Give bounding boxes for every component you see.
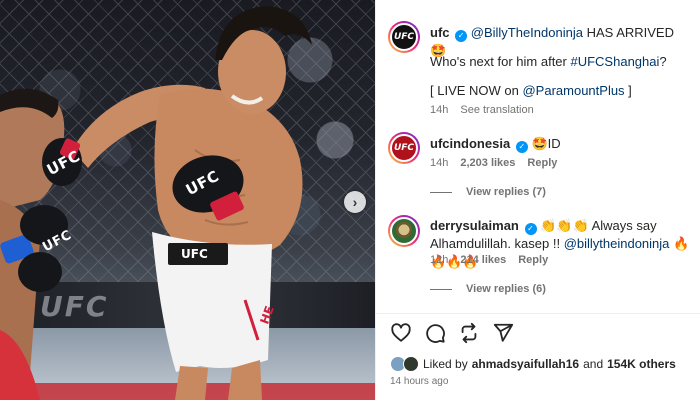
post-author-username[interactable]: ufc — [430, 25, 450, 40]
likes-count-others[interactable]: 154K others — [607, 357, 676, 371]
post-timestamp[interactable]: 14 hours ago — [390, 376, 448, 387]
caption-time: 14h — [430, 104, 449, 116]
instagram-post-view: UFC UFC UFC UFC UFC HE › UFC ufc ✓ @Bill… — [0, 0, 700, 400]
comment-1-text: 🤩ID — [531, 136, 561, 151]
comment-1-view-replies-label: View replies (7) — [466, 186, 546, 198]
comments-panel: UFC ufc ✓ @BillyTheIndoninja HAS ARRIVED… — [375, 0, 700, 400]
liked-by-row: Liked by ahmadsyaifullah16 and 154K othe… — [390, 356, 676, 372]
caption-question-line: Who's next for him after #UFCShanghai? — [430, 53, 692, 71]
next-photo-button[interactable]: › — [344, 191, 366, 213]
repost-icon[interactable] — [458, 322, 480, 344]
comment-2-meta: 12h 214 likes Reply — [430, 254, 548, 266]
caption-meta: 14h See translation — [430, 104, 534, 116]
liked-by-and: and — [583, 357, 604, 371]
caption-paramount-link[interactable]: @ParamountPlus — [522, 83, 624, 98]
derrysulaiman-avatar[interactable] — [388, 215, 420, 247]
share-send-icon[interactable] — [492, 322, 514, 344]
liked-by-username[interactable]: ahmadsyaifullah16 — [472, 357, 579, 371]
post-actions — [390, 322, 514, 344]
main-fighter — [42, 6, 312, 400]
actions-divider — [376, 313, 700, 314]
shorts-logo: UFC — [181, 247, 208, 261]
caption-question-pre: Who's next for him after — [430, 54, 571, 69]
caption-live-post: ] — [624, 83, 632, 98]
caption-live-line: [ LIVE NOW on @ParamountPlus ] — [430, 82, 692, 100]
verified-badge-icon: ✓ — [524, 223, 537, 235]
comment-2-view-replies[interactable]: View replies (6) — [430, 283, 546, 295]
comment-1-meta: 14h 2,203 likes Reply — [430, 157, 557, 169]
comment-1-reply-button[interactable]: Reply — [527, 157, 557, 169]
ufc-logo: UFC — [390, 23, 418, 51]
comment-2-mention-link[interactable]: @billytheindoninja — [564, 236, 670, 251]
comment-1-username[interactable]: ufcindonesia — [430, 136, 510, 151]
comment-2-likes[interactable]: 214 likes — [460, 254, 506, 266]
comment-1: ufcindonesia ✓ 🤩ID — [430, 135, 692, 153]
comment-1-view-replies[interactable]: View replies (7) — [430, 186, 546, 198]
ufc-avatar[interactable]: UFC — [388, 21, 420, 53]
comment-2-username[interactable]: derrysulaiman — [430, 218, 519, 233]
fighters-illustration — [0, 6, 312, 400]
caption-question-post: ? — [659, 54, 667, 69]
ufcindonesia-avatar[interactable]: UFC — [388, 132, 420, 164]
comment-1-time: 14h — [430, 157, 449, 169]
replies-line — [430, 191, 452, 193]
post-photo[interactable]: UFC UFC UFC UFC UFC HE › — [0, 0, 375, 400]
like-heart-icon[interactable] — [390, 322, 412, 344]
caption-mention-link[interactable]: @BillyTheIndoninja — [471, 25, 583, 40]
verified-badge-icon: ✓ — [455, 30, 468, 42]
liker-avatar-2[interactable] — [403, 356, 419, 372]
verified-badge-icon: ✓ — [515, 141, 528, 153]
comment-bubble-icon[interactable] — [424, 322, 446, 344]
liked-by-prefix: Liked by — [423, 357, 468, 371]
ufcindonesia-logo: UFC — [390, 134, 418, 162]
see-translation-button[interactable]: See translation — [460, 104, 533, 116]
derrysulaiman-profile-picture — [390, 217, 418, 245]
replies-line — [430, 288, 452, 290]
comment-2-reply-button[interactable]: Reply — [518, 254, 548, 266]
caption-hashtag-link[interactable]: #UFCShanghai — [570, 54, 659, 69]
comment-2-view-replies-label: View replies (6) — [466, 283, 546, 295]
chevron-right-icon: › — [352, 194, 358, 210]
comment-1-likes[interactable]: 2,203 likes — [460, 157, 515, 169]
caption-live-pre: [ LIVE NOW on — [430, 83, 523, 98]
comment-2-time: 12h — [430, 254, 449, 266]
